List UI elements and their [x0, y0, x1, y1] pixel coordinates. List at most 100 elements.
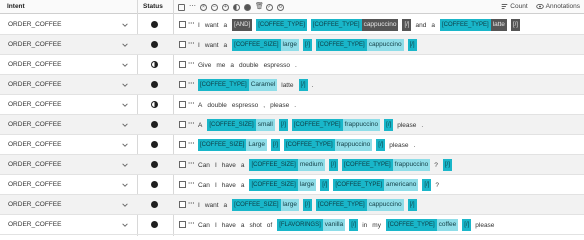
entity-annotation[interactable]: [FLAVORINGS] vanilla: [277, 219, 346, 231]
entity-annotation[interactable]: [/]: [376, 139, 386, 151]
entity-type-tag[interactable]: [COFFEE_TYPE]: [291, 119, 343, 131]
entity-type-tag[interactable]: [/]: [462, 219, 472, 231]
entity-type-tag[interactable]: [COFFEE_TYPE]: [198, 79, 249, 91]
table-row[interactable]: ORDER_COFFEE ⋯ Iwant a [COFFEE_SIZE] large [/]…: [0, 35, 584, 55]
entity-annotation[interactable]: [/]: [462, 219, 472, 231]
row-menu-icon[interactable]: ⋯: [188, 139, 195, 147]
entity-annotation[interactable]: [COFFEE_SIZE] large: [232, 39, 299, 51]
token[interactable]: a: [241, 162, 245, 169]
status-full-icon[interactable]: [151, 201, 158, 208]
entity-annotation[interactable]: [/]: [510, 19, 520, 31]
intent-label[interactable]: ORDER_COFFEE: [8, 61, 61, 68]
table-row[interactable]: ORDER_COFFEE ⋯ Can Ihave a [COFFEE_SIZE] large…: [0, 175, 584, 195]
token[interactable]: a: [224, 22, 228, 29]
status-full-icon[interactable]: [151, 41, 158, 48]
circle-plus-icon[interactable]: +: [222, 3, 229, 11]
token[interactable]: ?: [434, 162, 438, 169]
chevron-down-icon[interactable]: [121, 61, 129, 69]
token[interactable]: .: [413, 142, 415, 149]
entity-annotation[interactable]: [/]: [302, 199, 312, 211]
row-checkbox[interactable]: [179, 21, 186, 28]
row-checkbox[interactable]: [179, 101, 186, 108]
token[interactable]: please: [389, 142, 408, 149]
entity-type-tag[interactable]: [COFFEE_TYPE]: [310, 19, 362, 31]
status-full-icon[interactable]: [151, 21, 158, 28]
entity-value[interactable]: large: [280, 199, 299, 211]
chevron-down-icon[interactable]: [121, 181, 129, 189]
table-row[interactable]: ORDER_COFFEE ⋯ Can Ihave a [COFFEE_SIZE] mediu…: [0, 155, 584, 175]
chevron-down-icon[interactable]: [121, 21, 129, 29]
entity-value[interactable]: small: [255, 119, 275, 131]
table-row[interactable]: ORDER_COFFEE ⋯ Adouble espresso, please.: [0, 95, 584, 115]
chevron-down-icon[interactable]: [121, 201, 129, 209]
token[interactable]: have: [222, 162, 236, 169]
row-checkbox[interactable]: [179, 81, 186, 88]
token[interactable]: please: [397, 122, 416, 129]
entity-type-tag[interactable]: [/]: [407, 199, 417, 211]
entity-annotation[interactable]: [COFFEE_TYPE] frappuccino: [341, 159, 431, 171]
token[interactable]: .: [312, 82, 314, 89]
entity-type-tag[interactable]: [COFFEE_TYPE]: [316, 39, 367, 51]
entity-type-tag[interactable]: [COFFEE_SIZE]: [232, 199, 281, 211]
token[interactable]: a: [241, 182, 245, 189]
token[interactable]: in: [362, 222, 367, 229]
entity-value[interactable]: large: [297, 179, 317, 191]
entity-value[interactable]: Large: [246, 139, 267, 151]
intent-label[interactable]: ORDER_COFFEE: [8, 201, 61, 208]
entity-type-tag[interactable]: [/]: [302, 199, 312, 211]
intent-label[interactable]: ORDER_COFFEE: [8, 121, 61, 128]
entity-value[interactable]: cappuccino: [366, 39, 404, 51]
token[interactable]: A: [198, 102, 202, 109]
entity-annotation[interactable]: [COFFEE_SIZE] large: [232, 199, 299, 211]
entity-annotation[interactable]: [/]: [422, 179, 432, 191]
entity-annotation[interactable]: [COFFEE_TYPE] cappuccino: [316, 39, 404, 51]
table-row[interactable]: ORDER_COFFEE ⋯ Iwant a [COFFEE_SIZE] large [/]…: [0, 195, 584, 215]
entity-value[interactable]: cappuccino: [366, 199, 404, 211]
token[interactable]: I: [198, 42, 200, 49]
token[interactable]: .: [294, 102, 296, 109]
entity-value[interactable]: frappuccino: [342, 119, 381, 131]
token[interactable]: ?: [435, 182, 439, 189]
select-all-checkbox-icon[interactable]: [178, 3, 185, 11]
circle-minus-icon[interactable]: −: [211, 3, 218, 11]
entity-annotation[interactable]: [COFFEE_SIZE] medium: [249, 159, 325, 171]
entity-type-tag[interactable]: [COFFEE_TYPE]: [256, 19, 307, 31]
entity-annotation[interactable]: [/]: [270, 139, 280, 151]
token[interactable]: my: [372, 222, 381, 229]
entity-type-tag[interactable]: [COFFEE_SIZE]: [249, 179, 298, 191]
row-menu-icon[interactable]: ⋯: [188, 159, 195, 167]
entity-type-tag[interactable]: [FLAVORINGS]: [277, 219, 323, 231]
entity-type-tag[interactable]: [/]: [328, 159, 338, 171]
token[interactable]: A: [198, 122, 202, 129]
token[interactable]: I: [215, 222, 217, 229]
circle-half-icon[interactable]: [233, 3, 240, 11]
intent-label[interactable]: ORDER_COFFEE: [8, 101, 61, 108]
row-menu-icon[interactable]: ⋯: [188, 179, 195, 187]
entity-type-tag[interactable]: [/]: [376, 139, 386, 151]
table-row[interactable]: ORDER_COFFEE ⋯ Iwant a [AND] [COFFEE_TYPE] [CO…: [0, 15, 584, 35]
table-row[interactable]: ORDER_COFFEE ⋯ [COFFEE_SIZE] Large [/] [COFFE…: [0, 135, 584, 155]
entity-type-tag[interactable]: [/]: [278, 119, 288, 131]
token[interactable]: please: [475, 222, 494, 229]
entity-annotation[interactable]: [AND]: [232, 19, 253, 31]
entity-type-tag[interactable]: [COFFEE_SIZE]: [232, 39, 281, 51]
entity-annotation[interactable]: [COFFEE_TYPE] coffee: [385, 219, 459, 231]
intent-label[interactable]: ORDER_COFFEE: [8, 81, 61, 88]
chevron-down-icon[interactable]: [121, 101, 129, 109]
token[interactable]: a: [230, 62, 234, 69]
entity-type-tag[interactable]: [COFFEE_TYPE]: [385, 219, 437, 231]
intent-label[interactable]: ORDER_COFFEE: [8, 21, 61, 28]
entity-type-tag[interactable]: [/]: [442, 159, 452, 171]
row-checkbox[interactable]: [179, 121, 186, 128]
intent-column-header[interactable]: Intent: [7, 3, 25, 10]
token[interactable]: me: [216, 62, 225, 69]
refresh-icon[interactable]: ↻: [277, 3, 284, 11]
entity-annotation[interactable]: [COFFEE_TYPE] americano: [333, 179, 419, 191]
entity-type-tag[interactable]: [/]: [407, 39, 417, 51]
entity-annotation[interactable]: [COFFEE_SIZE] small: [207, 119, 275, 131]
chevron-down-icon[interactable]: [121, 41, 129, 49]
token[interactable]: Can: [198, 182, 210, 189]
token[interactable]: I: [215, 182, 217, 189]
status-full-icon[interactable]: [151, 161, 158, 168]
token[interactable]: a: [224, 42, 228, 49]
